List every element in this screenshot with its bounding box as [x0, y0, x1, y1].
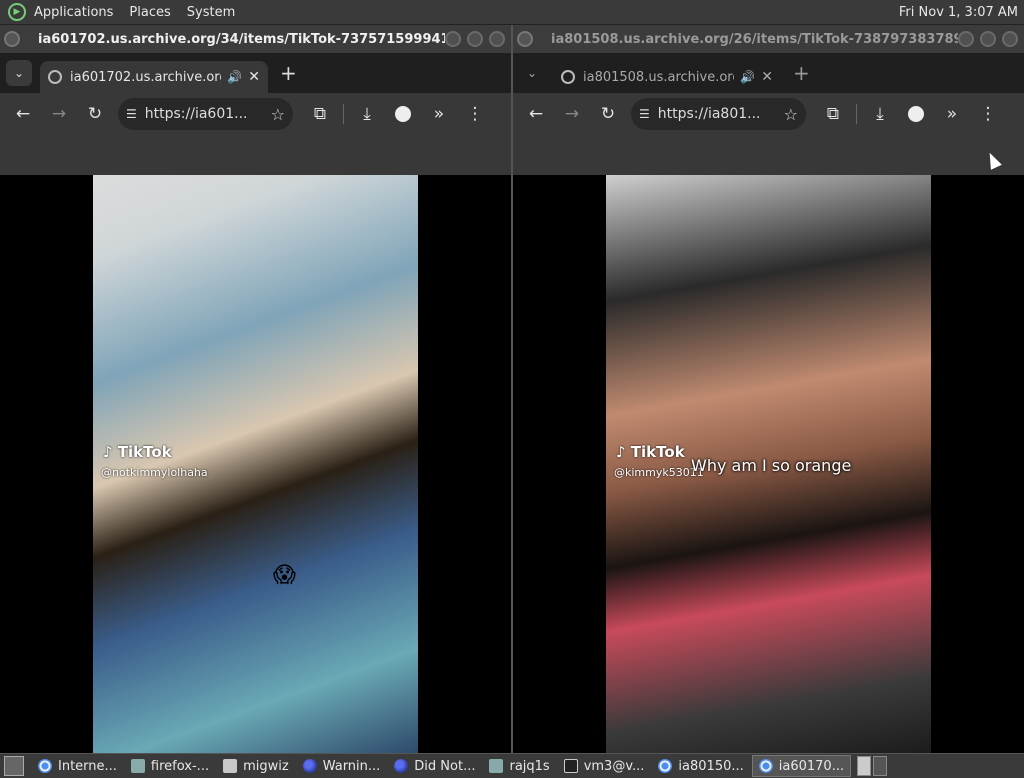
close-button[interactable]	[489, 31, 505, 47]
video-caption: Why am I so orange	[691, 456, 852, 475]
left-active-tab[interactable]: ia601702.us.archive.org/3 🔊 ✕	[40, 61, 268, 93]
folder-icon	[223, 759, 238, 773]
reload-icon[interactable]: ↻	[82, 101, 108, 127]
pc-icon	[489, 759, 504, 773]
tiktok-watermark: ♪ TikTok	[103, 443, 172, 461]
left-titlebar[interactable]: ia601702.us.archive.org/34/items/TikTok-…	[0, 25, 511, 53]
clock[interactable]: Fri Nov 1, 3:07 AM	[899, 5, 1024, 20]
right-video-player[interactable]: ♪ TikTok @kimmyk53011 Why am I so orange	[606, 175, 931, 753]
left-video-player[interactable]: ♪ TikTok @notkimmylolhaha 😱	[93, 175, 418, 753]
back-arrow-icon[interactable]: ←	[10, 101, 36, 127]
reload-icon[interactable]: ↻	[595, 101, 621, 127]
speaker-icon[interactable]: 🔊	[740, 70, 755, 84]
taskbar-item[interactable]: migwiz	[217, 755, 295, 777]
taskbar-item[interactable]: Did Not...	[388, 755, 481, 777]
window-menu-icon[interactable]	[517, 31, 533, 47]
close-tab-icon[interactable]: ✕	[761, 69, 773, 85]
back-arrow-icon[interactable]: ←	[523, 101, 549, 127]
terminal-icon	[563, 759, 578, 773]
tiktok-watermark: ♪ TikTok	[616, 443, 685, 461]
window-menu-icon[interactable]	[4, 31, 20, 47]
show-desktop-icon[interactable]	[4, 756, 24, 776]
tab-title: ia801508.us.archive.org/	[583, 69, 735, 85]
taskbar-item-active[interactable]: ia60170...	[751, 755, 852, 777]
right-active-tab[interactable]: ia801508.us.archive.org/ 🔊 ✕	[553, 61, 781, 93]
minimize-button[interactable]	[445, 31, 461, 47]
workspace-2[interactable]	[873, 756, 888, 776]
left-tabstrip: ⌄ ia601702.us.archive.org/3 🔊 ✕ +	[0, 53, 511, 93]
top-panel: ▶ Applications Places System Fri Nov 1, …	[0, 0, 1024, 25]
workspace-switcher[interactable]	[857, 756, 888, 776]
right-tabstrip: ⌄ ia801508.us.archive.org/ 🔊 ✕ +	[513, 53, 1024, 93]
maximize-button[interactable]	[980, 31, 996, 47]
left-bookmark-bar	[0, 135, 511, 175]
left-toolbar: ← → ↻ ☰ https://ia601... ☆ ⧉ ⤓ » ⋮	[0, 93, 511, 135]
chrome-icon	[38, 759, 52, 773]
right-page-content: ♪ TikTok @kimmyk53011 Why am I so orange	[513, 175, 1024, 753]
more-chevrons-icon[interactable]: »	[939, 101, 965, 127]
minimize-button[interactable]	[958, 31, 974, 47]
extensions-puzzle-icon[interactable]: ⧉	[820, 101, 846, 127]
firefox-icon	[302, 759, 317, 773]
maximize-button[interactable]	[467, 31, 483, 47]
toolbar-separator	[856, 104, 857, 124]
distro-logo-icon[interactable]: ▶	[8, 3, 26, 21]
extensions-puzzle-icon[interactable]: ⧉	[307, 101, 333, 127]
tab-search-chevron-down-icon[interactable]: ⌄	[6, 60, 32, 86]
taskbar-item[interactable]: vm3@v...	[558, 755, 651, 777]
left-browser-window: ia601702.us.archive.org/34/items/TikTok-…	[0, 25, 511, 175]
applications-menu[interactable]: Applications	[26, 0, 121, 25]
close-tab-icon[interactable]: ✕	[248, 69, 260, 85]
forward-arrow-icon[interactable]: →	[559, 101, 585, 127]
chrome-icon	[758, 759, 773, 773]
toolbar-separator	[343, 104, 344, 124]
download-icon[interactable]: ⤓	[867, 101, 893, 127]
speaker-icon[interactable]: 🔊	[227, 70, 242, 84]
right-titlebar[interactable]: ia801508.us.archive.org/26/items/TikTok-…	[513, 25, 1024, 53]
bookmark-star-icon[interactable]: ☆	[784, 105, 798, 124]
kebab-menu-icon[interactable]: ⋮	[975, 101, 1001, 127]
workspace-1[interactable]	[857, 756, 872, 776]
new-tab-plus-icon[interactable]: +	[793, 61, 810, 85]
tiktok-handle: @notkimmylolhaha	[101, 466, 208, 479]
tab-title: ia601702.us.archive.org/3	[70, 69, 221, 85]
new-tab-plus-icon[interactable]: +	[280, 61, 297, 85]
globe-icon	[48, 70, 62, 84]
right-window-title: ia801508.us.archive.org/26/items/TikTok-…	[551, 31, 958, 47]
globe-icon	[561, 70, 575, 84]
address-url[interactable]: https://ia601...	[145, 106, 271, 122]
chrome-icon	[658, 759, 673, 773]
pc-icon	[130, 759, 145, 773]
taskbar-item[interactable]: Interne...	[32, 755, 123, 777]
taskbar-item[interactable]: firefox-...	[125, 755, 215, 777]
forward-arrow-icon[interactable]: →	[46, 101, 72, 127]
kebab-menu-icon[interactable]: ⋮	[462, 101, 488, 127]
tab-search-chevron-down-icon[interactable]: ⌄	[519, 60, 545, 86]
left-window-title: ia601702.us.archive.org/34/items/TikTok-…	[38, 31, 445, 47]
address-bar[interactable]: ☰ https://ia601... ☆	[118, 98, 293, 130]
right-bookmark-bar	[513, 135, 1024, 175]
taskbar-item[interactable]: ia80150...	[652, 755, 749, 777]
scream-emoji: 😱	[273, 563, 296, 588]
taskbar-item[interactable]: Warnin...	[297, 755, 387, 777]
profile-avatar-icon[interactable]	[390, 101, 416, 127]
close-button[interactable]	[1002, 31, 1018, 47]
right-browser-window: ia801508.us.archive.org/26/items/TikTok-…	[513, 25, 1024, 175]
address-bar[interactable]: ☰ https://ia801... ☆	[631, 98, 806, 130]
right-toolbar: ← → ↻ ☰ https://ia801... ☆ ⧉ ⤓ » ⋮	[513, 93, 1024, 135]
taskbar-item[interactable]: rajq1s	[483, 755, 555, 777]
bookmark-star-icon[interactable]: ☆	[271, 105, 285, 124]
bottom-taskbar: Interne... firefox-... migwiz Warnin... …	[0, 753, 1024, 778]
download-icon[interactable]: ⤓	[354, 101, 380, 127]
system-menu[interactable]: System	[179, 0, 243, 25]
site-info-tune-icon[interactable]: ☰	[126, 107, 137, 121]
address-url[interactable]: https://ia801...	[658, 106, 784, 122]
site-info-tune-icon[interactable]: ☰	[639, 107, 650, 121]
more-chevrons-icon[interactable]: »	[426, 101, 452, 127]
firefox-icon	[394, 759, 409, 773]
places-menu[interactable]: Places	[121, 0, 178, 25]
left-page-content: ♪ TikTok @notkimmylolhaha 😱	[0, 175, 511, 753]
profile-avatar-icon[interactable]	[903, 101, 929, 127]
